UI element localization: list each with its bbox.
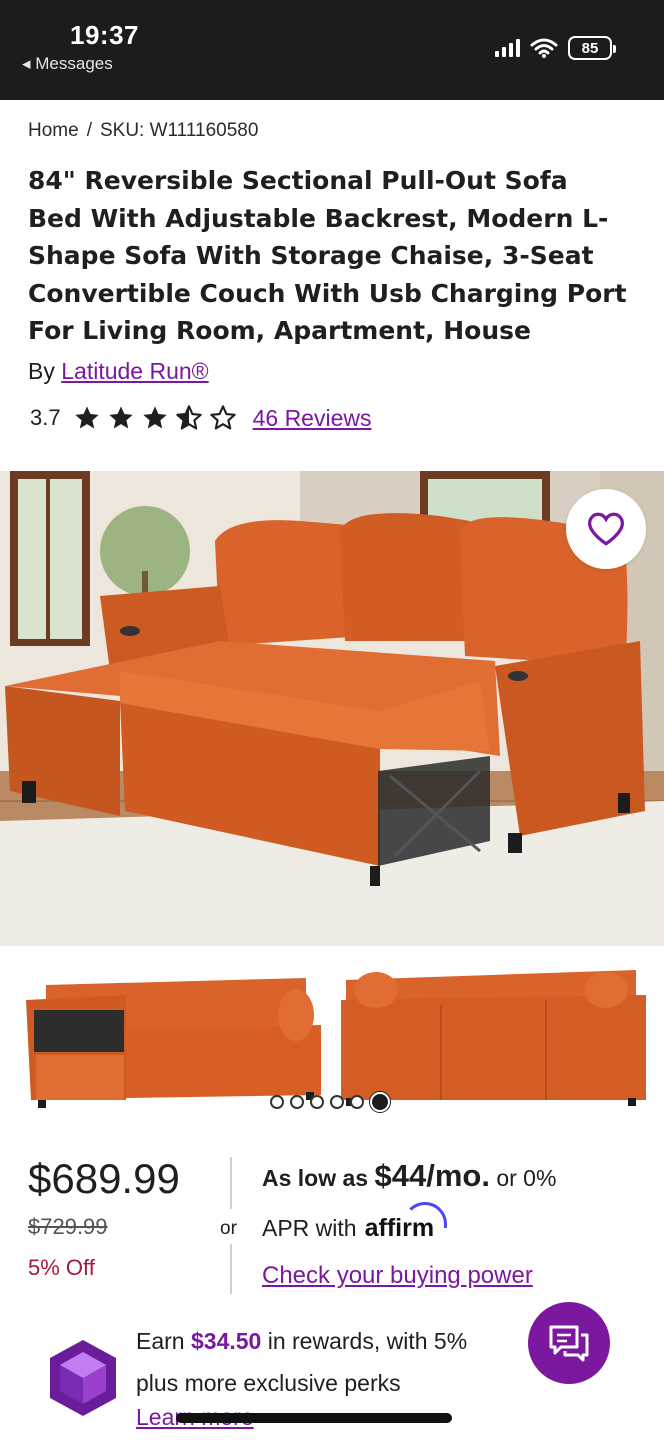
rating-value: 3.7 xyxy=(30,405,61,430)
carousel-dot-active[interactable] xyxy=(370,1092,390,1112)
divider xyxy=(230,1244,232,1294)
earn-label: Earn xyxy=(136,1328,185,1354)
financing-suffix: or 0% xyxy=(496,1165,557,1191)
financing-amount: $44/mo. xyxy=(374,1158,490,1193)
original-price: $729.99 xyxy=(28,1214,108,1239)
rewards-line1: in rewards, with 5% xyxy=(267,1328,468,1354)
sofa-photo xyxy=(0,471,664,946)
affirm-arc-icon xyxy=(402,1202,447,1228)
carousel-dot[interactable] xyxy=(290,1095,304,1109)
thumbnail-image xyxy=(336,960,654,1110)
star-full-icon xyxy=(108,406,133,429)
carousel-dot[interactable] xyxy=(330,1095,344,1109)
status-bar: 19:37 ◂ Messages 85 xyxy=(0,0,664,100)
battery-indicator: 85 xyxy=(568,36,616,60)
check-buying-power-link[interactable]: Check your buying power xyxy=(262,1262,533,1290)
cellular-signal-icon xyxy=(495,39,520,57)
reviews-link[interactable]: 46 Reviews xyxy=(253,405,372,432)
wifi-icon xyxy=(530,38,558,58)
star-empty-icon xyxy=(209,405,236,430)
chat-bubbles-icon xyxy=(549,1325,589,1362)
rating-row: 3.7 46 Reviews xyxy=(30,404,371,432)
brand-byline: By Latitude Run® xyxy=(28,358,209,385)
current-price: $689.99 xyxy=(28,1155,180,1202)
rewards-amount: $34.50 xyxy=(190,1328,262,1354)
divider xyxy=(230,1157,232,1209)
favorite-button[interactable] xyxy=(566,489,646,569)
breadcrumb-home-link[interactable]: Home xyxy=(28,120,79,142)
apr-label: APR with xyxy=(262,1215,357,1241)
by-label: By xyxy=(28,358,55,384)
status-indicators: 85 xyxy=(495,36,616,60)
star-full-icon xyxy=(142,406,167,429)
apr-line: APR with affirm xyxy=(262,1202,447,1243)
status-time: 19:37 xyxy=(70,20,139,50)
star-half-icon xyxy=(175,405,202,430)
star-rating xyxy=(73,404,237,432)
thumbnail-image xyxy=(6,960,324,1110)
breadcrumb-sku: SKU: W111160580 xyxy=(99,120,259,141)
breadcrumb-separator: / xyxy=(86,120,92,141)
affirm-logo: affirm xyxy=(365,1202,447,1243)
breadcrumb: Home / SKU: W111160580 xyxy=(28,120,258,142)
carousel-dot[interactable] xyxy=(350,1095,364,1109)
financing-offer: As low as $44/mo. or 0% xyxy=(262,1158,556,1194)
carousel-dot[interactable] xyxy=(270,1095,284,1109)
carousel-dots xyxy=(270,1092,390,1112)
discount-label: 5% Off xyxy=(28,1255,95,1280)
main-product-image[interactable] xyxy=(0,471,664,946)
thumbnail-bed-view[interactable] xyxy=(336,960,654,1110)
rewards-line2: plus more exclusive perks xyxy=(136,1370,401,1396)
back-to-messages-link[interactable]: ◂ Messages xyxy=(22,54,113,74)
product-title: 84" Reversible Sectional Pull-Out Sofa B… xyxy=(28,166,627,345)
financing-prefix: As low as xyxy=(262,1165,369,1191)
carousel-dot[interactable] xyxy=(310,1095,324,1109)
star-full-icon xyxy=(74,406,99,429)
heart-icon xyxy=(587,512,625,546)
chat-button[interactable] xyxy=(528,1302,610,1384)
brand-link[interactable]: Latitude Run® xyxy=(61,358,208,384)
thumbnail-storage-view[interactable] xyxy=(6,960,324,1110)
or-label: or xyxy=(220,1218,237,1239)
home-indicator xyxy=(176,1413,452,1423)
rewards-message: Earn $34.50 in rewards, with 5% plus mor… xyxy=(136,1320,536,1404)
purple-gem-icon xyxy=(50,1340,116,1416)
